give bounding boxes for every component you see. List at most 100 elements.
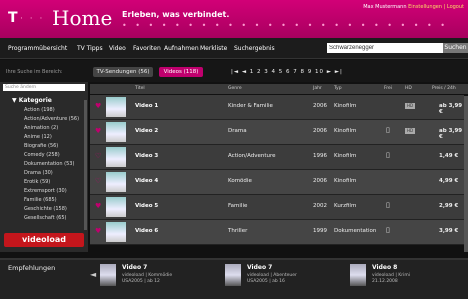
row-title[interactable]: Video 3 — [135, 153, 158, 159]
col-hd[interactable]: HD — [405, 86, 412, 91]
row-year: 2006 — [313, 178, 327, 184]
table-row[interactable]: ♥ Video 5 Familie 2002 Kurzfilm ▯ 2,99 € — [90, 195, 464, 220]
filter-label: Ihre Suche im Bereich: — [6, 69, 63, 75]
recommendation-item[interactable]: Video 8 videoload | Krimi 21.12.2008 — [350, 264, 460, 292]
sidebar-scrollbar[interactable] — [84, 100, 87, 230]
col-year[interactable]: Jahr — [313, 86, 322, 91]
heart-icon[interactable]: ♥ — [95, 227, 101, 235]
table-row[interactable]: ♡ Video 3 Action/Adventure 1996 Kinofilm… — [90, 145, 464, 170]
hd-badge: HD — [405, 103, 415, 109]
row-year: 2006 — [313, 128, 327, 134]
sidebar-search-input[interactable]: Suche ändern — [3, 84, 85, 91]
logo-dots: · · · — [20, 14, 45, 24]
nav-merkliste[interactable]: Merkliste — [200, 45, 227, 52]
nav-favoriten[interactable]: Favoriten — [133, 45, 161, 52]
category-item[interactable]: Extremsport (30) — [24, 188, 67, 194]
row-year: 2002 — [313, 203, 327, 209]
page-title: Home — [52, 6, 113, 30]
row-title[interactable]: Video 1 — [135, 103, 158, 109]
row-genre: Familie — [228, 203, 248, 209]
rec-sub: videoload | Kommödie — [122, 273, 173, 278]
video-thumbnail[interactable] — [106, 147, 126, 167]
category-item[interactable]: Geschichte (158) — [24, 206, 67, 212]
user-links[interactable]: Einstellungen | Logout — [408, 4, 464, 10]
category-item[interactable]: Biografie (56) — [24, 143, 58, 149]
row-year: 2006 — [313, 103, 327, 109]
row-genre: Thriller — [228, 228, 248, 234]
video-thumbnail[interactable] — [106, 222, 126, 242]
row-title[interactable]: Video 6 — [135, 228, 158, 234]
rec-title[interactable]: Video 8 — [372, 264, 397, 271]
video-thumbnail[interactable] — [106, 172, 126, 192]
search-input[interactable] — [327, 43, 443, 53]
rec-title[interactable]: Video 7 — [247, 264, 272, 271]
tab-videos[interactable]: Videos (118) — [159, 67, 203, 77]
rec-prev-icon[interactable]: ◄ — [90, 270, 96, 279]
tab-tv-sendungen[interactable]: TV-Sendungen (56) — [93, 67, 153, 77]
table-row[interactable]: ♥ Video 1 Kinder & Familie 2006 Kinofilm… — [90, 95, 464, 120]
rec-thumbnail[interactable] — [100, 264, 116, 286]
rec-thumbnail[interactable] — [350, 264, 366, 286]
nav-suchergebnis[interactable]: Suchergebnis — [234, 45, 275, 52]
recommendation-item[interactable]: Video 7 videoload | Kommödie USA2005 | a… — [100, 264, 210, 292]
nav-programm[interactable]: Programmübersicht — [8, 45, 67, 52]
free-trash-icon[interactable]: ▯ — [386, 226, 390, 234]
category-heading[interactable]: ▼ Kategorie — [12, 97, 52, 104]
rec-sub: videoload | Abenteuer — [247, 273, 297, 278]
row-genre: Kinder & Familie — [228, 103, 273, 109]
user-name: Max Mustermann — [363, 4, 407, 10]
search-button[interactable]: Suchen — [443, 43, 468, 53]
nav-aufnahmen[interactable]: Aufnahmen — [164, 45, 199, 52]
rec-thumbnail[interactable] — [225, 264, 241, 286]
col-free[interactable]: Frei — [384, 86, 392, 91]
nav-tv-tipps[interactable]: TV Tipps — [77, 45, 103, 52]
nav-video[interactable]: Video — [109, 45, 126, 52]
videoload-logo[interactable]: videoload — [4, 233, 84, 247]
recommendation-item[interactable]: Video 7 videoload | Abenteuer USA2005 | … — [225, 264, 335, 292]
table-row[interactable]: ♥ Video 6 Thriller 1999 Dokumentation ▯ … — [90, 220, 464, 245]
heart-icon[interactable]: ♥ — [95, 127, 101, 135]
heart-icon[interactable]: ♡ — [95, 152, 101, 160]
rec-sub2: 21.12.2008 — [372, 279, 398, 284]
category-item[interactable]: Animation (2) — [24, 125, 58, 131]
category-item[interactable]: Comedy (258) — [24, 152, 60, 158]
free-trash-icon[interactable]: ▯ — [386, 126, 390, 134]
telekom-logo[interactable]: T — [8, 10, 18, 26]
row-genre: Komödie — [228, 178, 252, 184]
row-type: Dokumentation — [334, 228, 377, 234]
row-price: 2,99 € — [439, 203, 459, 209]
table-row[interactable]: ♥ Video 2 Drama 2006 Kinofilm ▯ HD ab 3,… — [90, 120, 464, 145]
free-trash-icon[interactable]: ▯ — [386, 201, 390, 209]
category-item[interactable]: Familie (685) — [24, 197, 57, 203]
heart-icon[interactable]: ♡ — [95, 177, 101, 185]
category-item[interactable]: Gesellschaft (65) — [24, 215, 66, 221]
video-thumbnail[interactable] — [106, 97, 126, 117]
category-item[interactable]: Action (198) — [24, 107, 55, 113]
rec-sub2: USA2005 | ab 16 — [247, 279, 285, 284]
row-title[interactable]: Video 4 — [135, 178, 158, 184]
category-item[interactable]: Erotik (59) — [24, 179, 50, 185]
decorative-dot-row: • • • • • • • • • • • • • • • • • • • • … — [122, 21, 452, 30]
video-thumbnail[interactable] — [106, 122, 126, 142]
pagination[interactable]: |◄ ◄ 1 2 3 4 5 6 7 8 9 10 ► ►| — [231, 69, 343, 75]
category-item[interactable]: Action/Adventure (56) — [24, 116, 79, 122]
col-title[interactable]: Titel — [135, 86, 145, 91]
video-thumbnail[interactable] — [106, 197, 126, 217]
row-price: 1,49 € — [439, 153, 459, 159]
heart-icon[interactable]: ♥ — [95, 202, 101, 210]
row-type: Kinofilm — [334, 178, 357, 184]
row-title[interactable]: Video 2 — [135, 128, 158, 134]
rec-title[interactable]: Video 7 — [122, 264, 147, 271]
col-type[interactable]: Typ — [334, 86, 342, 91]
table-row[interactable]: ♡ Video 4 Komödie 2006 Kinofilm 4,99 € — [90, 170, 464, 195]
category-item[interactable]: Dokumentation (53) — [24, 161, 74, 167]
category-item[interactable]: Drama (30) — [24, 170, 53, 176]
free-trash-icon[interactable]: ▯ — [386, 151, 390, 159]
col-genre[interactable]: Genre — [228, 86, 242, 91]
hd-badge: HD — [405, 128, 415, 134]
category-item[interactable]: Anime (12) — [24, 134, 52, 140]
row-title[interactable]: Video 5 — [135, 203, 158, 209]
heart-icon[interactable]: ♥ — [95, 102, 101, 110]
col-price[interactable]: Preis / 24h — [432, 86, 456, 91]
table-scrollbar[interactable] — [464, 96, 468, 252]
